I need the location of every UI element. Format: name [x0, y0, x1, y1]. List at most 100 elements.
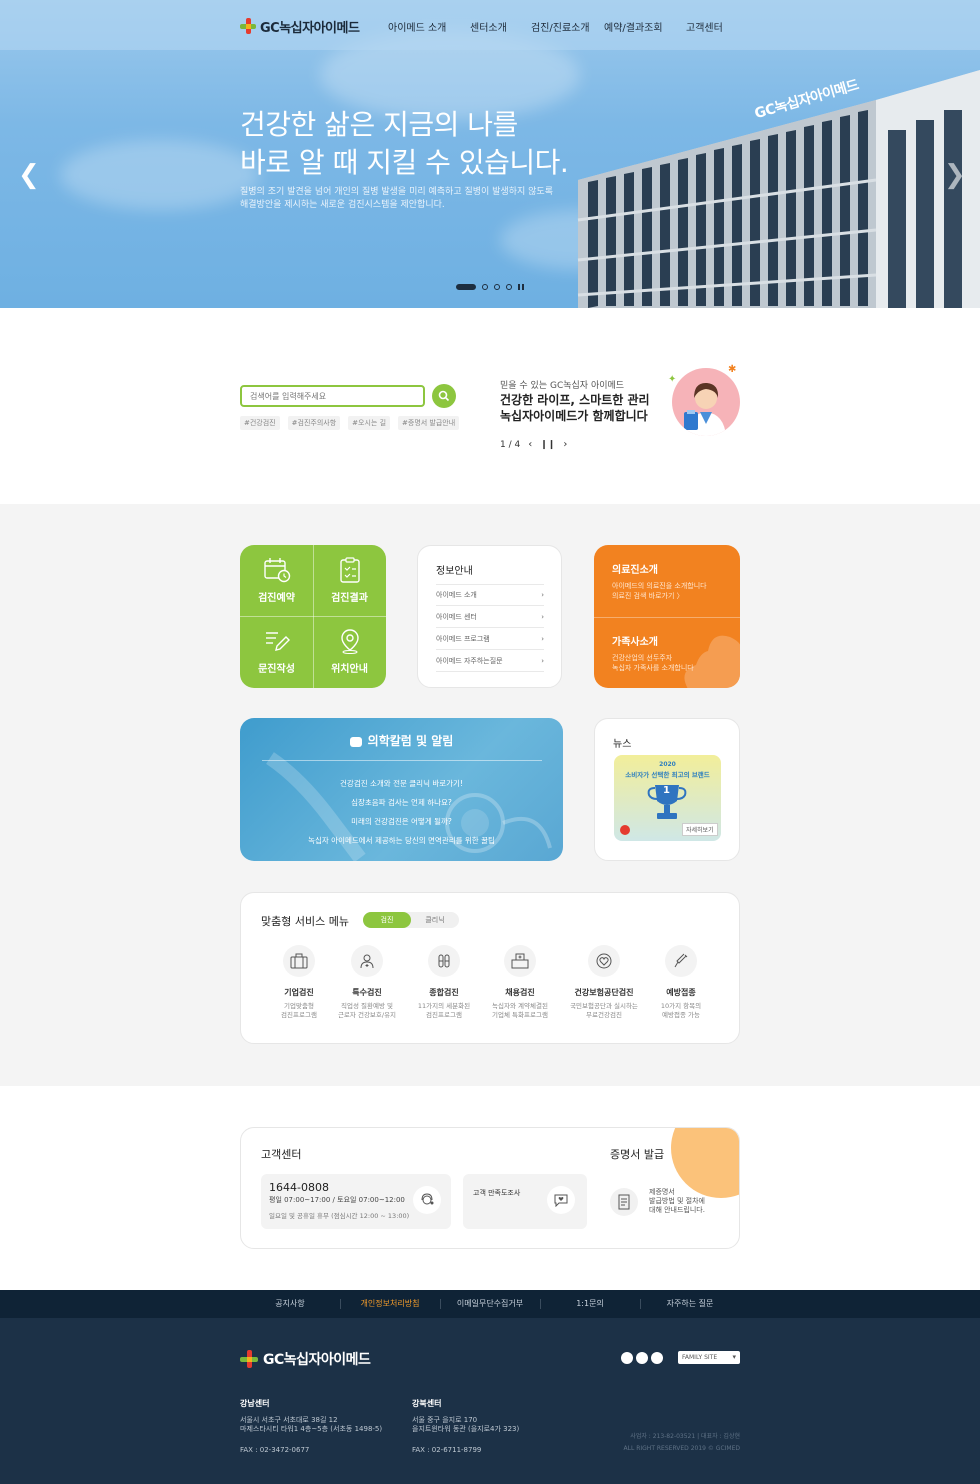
promo-controls: 1 / 4 ‹ ❙❙ › [500, 439, 567, 450]
tab-checkup[interactable]: 검진 [363, 912, 411, 928]
column-link[interactable]: 심장초음파 검사는 언제 하나요? [240, 797, 563, 808]
pause-icon[interactable] [518, 284, 524, 290]
service-item[interactable]: 예방접종 10가지 항목의 예방접종 가능 [646, 945, 716, 1020]
hero-prev-arrow-icon[interactable]: ❮ [18, 160, 40, 190]
family-site-select[interactable]: FAMILY SITE ▾ [678, 1351, 740, 1364]
service-item[interactable]: 건강보험공단검진 국민보험공단과 실시하는 무료건강검진 [569, 945, 639, 1020]
affiliates-title[interactable]: 가족사소개 [612, 633, 658, 648]
medical-column-card: 의학칼럼 및 알림 건강검진 소개와 전문 클리닉 바로가기! 심장초음파 검사… [240, 718, 563, 861]
quick-questionnaire-button[interactable]: 문진작성 [240, 616, 313, 687]
chevron-right-icon: › [541, 612, 544, 621]
holiday-notice: 일요일 및 공휴일 휴무 (점심시간 12:00 ~ 13:00) [269, 1212, 410, 1220]
info-link[interactable]: 아이메드 프로그램 › [436, 628, 544, 650]
map-pin-icon [340, 629, 359, 654]
column-link[interactable]: 녹십자 아이메드에서 제공하는 당신의 면역관리를 위한 꿀팁 [240, 835, 563, 846]
sparkle-icon: ✦ [668, 374, 677, 385]
service-tabs: 검진 클리닉 [363, 912, 459, 928]
gc-cross-logo-icon [240, 18, 256, 34]
quick-label: 검진결과 [331, 593, 368, 604]
hero-next-arrow-icon[interactable]: ❯ [944, 160, 966, 190]
chevron-left-icon[interactable]: ‹ [528, 439, 532, 450]
chevron-right-icon: › [541, 634, 544, 643]
footer-link-inquiry[interactable]: 1:1문의 [540, 1290, 640, 1318]
tab-clinic[interactable]: 클리닉 [411, 912, 459, 928]
service-item[interactable]: 종합검진 11가지의 세분화된 검진프로그램 [409, 945, 479, 1020]
chevron-right-icon[interactable]: › [563, 439, 567, 450]
info-card: 정보안내 아이메드 소개 › 아이메드 센터 › 아이메드 프로그램 › 아이메드 자… [417, 545, 562, 688]
quick-reservation-button[interactable]: 검진예약 [240, 545, 313, 616]
chevron-right-icon: › [541, 656, 544, 665]
info-link[interactable]: 아이메드 센터 › [436, 606, 544, 628]
service-menu-title: 맞춤형 서비스 메뉴 [261, 915, 349, 928]
news-card: 뉴스 2020 소비자가 선택한 최고의 브랜드 1 자세히보기 [594, 718, 740, 861]
service-item[interactable]: 특수검진 직업성 질환예방 및 근로자 건강보호/유지 [332, 945, 402, 1020]
slide-dot[interactable] [456, 284, 476, 290]
quick-location-button[interactable]: 위치안내 [313, 616, 386, 687]
column-link[interactable]: 미래의 건강검진은 어떻게 될까? [240, 816, 563, 827]
phone-box: 1644-0808 평일 07:00~17:00 / 토요일 07:00~12:… [261, 1174, 451, 1229]
service-item[interactable]: 채용검진 녹십자와 계약체결된 기업체 특화프로그램 [485, 945, 555, 1020]
column-link[interactable]: 건강검진 소개와 전문 클리닉 바로가기! [240, 778, 563, 789]
medical-staff-card[interactable]: 의료진소개 아이메드의 의료진을 소개합니다 의료진 검색 바로가기 〉 가족사… [594, 545, 740, 688]
pause-icon[interactable]: ❙❙ [540, 440, 555, 450]
slide-dot[interactable] [494, 284, 500, 290]
nav-item-about[interactable]: 아이메드 소개 [388, 19, 446, 34]
search-tag[interactable]: #건강검진 [240, 416, 280, 430]
footer-link-faq[interactable]: 자주하는 질문 [640, 1290, 740, 1318]
award-banner[interactable]: 2020 소비자가 선택한 최고의 브랜드 1 자세히보기 [614, 755, 721, 841]
award-year: 2020 [659, 761, 676, 768]
nav-item-checkups[interactable]: 검진/진료소개 [531, 19, 590, 34]
headset-icon [413, 1186, 441, 1214]
slide-dot[interactable] [506, 284, 512, 290]
gangnam-title: 강남센터 [240, 1399, 270, 1408]
quick-result-button[interactable]: 검진결과 [313, 545, 386, 616]
search-tag[interactable]: #오시는 길 [348, 416, 391, 430]
search-tags: #건강검진 #검진주의사항 #오시는 길 #증명서 발급안내 [240, 416, 460, 430]
nav-item-reservation[interactable]: 예약/결과조회 [604, 19, 663, 34]
search-tag[interactable]: #증명서 발급안내 [398, 416, 460, 430]
nav-item-support[interactable]: 고객센터 [686, 19, 723, 34]
calendar-icon [263, 558, 290, 583]
award-rank: 1 [663, 785, 670, 796]
syringe-icon [665, 945, 697, 977]
chevron-right-icon: › [541, 591, 544, 599]
business-number: 사업자 : 213-82-03521 | 대표자 : 김상현 [630, 1433, 740, 1440]
megaphone-icon [349, 736, 362, 747]
top-navigation-bar: GC녹십자아이메드 아이메드 소개 센터소개 검진/진료소개 예약/결과조회 고… [0, 0, 980, 50]
search-button[interactable] [432, 384, 456, 408]
info-link[interactable]: 아이메드 자주하는질문 › [436, 650, 544, 672]
gc-cross-logo-icon [240, 1350, 258, 1368]
slide-dot[interactable] [482, 284, 488, 290]
facebook-icon[interactable] [621, 1352, 633, 1364]
footer [0, 1318, 980, 1484]
test-tubes-icon [428, 945, 460, 977]
promo-caption: 믿을 수 있는 GC녹십자 아이메드 [500, 381, 625, 391]
search-tag[interactable]: #검진주의사항 [287, 416, 341, 430]
footer-link-notice[interactable]: 공지사항 [240, 1290, 340, 1318]
search-input[interactable] [240, 385, 425, 407]
footer-link-email-policy[interactable]: 이메일무단수집거부 [440, 1290, 540, 1318]
brand-logo[interactable]: GC녹십자아이메드 [240, 16, 360, 36]
affiliates-desc: 건강산업의 선두주자 녹십자 가족사를 소개합니다 [612, 654, 694, 672]
quick-label: 문진작성 [258, 664, 295, 675]
more-button[interactable]: 자세히보기 [682, 823, 718, 836]
search-icon [438, 390, 450, 402]
nav-item-centers[interactable]: 센터소개 [470, 19, 507, 34]
footer-logo[interactable]: GC녹십자아이메드 [240, 1349, 371, 1369]
medical-staff-title: 의료진소개 [612, 565, 658, 576]
service-item[interactable]: 기업검진 기업맞춤형 검진프로그램 [264, 945, 334, 1020]
custom-service-card: 맞춤형 서비스 메뉴 검진 클리닉 기업검진 기업맞춤형 검진프로그램 특수검진 … [240, 892, 740, 1044]
footer-link-privacy[interactable]: 개인정보처리방침 [340, 1290, 440, 1318]
quick-menu-grid: 검진예약 검진결과 문진작성 위치안내 [240, 545, 386, 688]
quick-label: 위치안내 [331, 664, 368, 675]
info-link[interactable]: 아이메드 소개 › [436, 584, 544, 606]
certificate-title[interactable]: 증명서 발급 [610, 1146, 664, 1162]
business-hours: 평일 07:00~17:00 / 토요일 07:00~12:00 [269, 1196, 405, 1204]
gangbuk-title: 강북센터 [412, 1399, 442, 1408]
certificate-icon [610, 1188, 638, 1216]
youtube-icon[interactable] [651, 1352, 663, 1364]
chevron-down-icon: ▾ [732, 1353, 736, 1361]
survey-button[interactable]: 고객 만족도조사 [463, 1174, 587, 1229]
kakao-icon[interactable] [636, 1352, 648, 1364]
copyright: ALL RIGHT RESERVED 2019 © GCIMED [623, 1445, 740, 1452]
